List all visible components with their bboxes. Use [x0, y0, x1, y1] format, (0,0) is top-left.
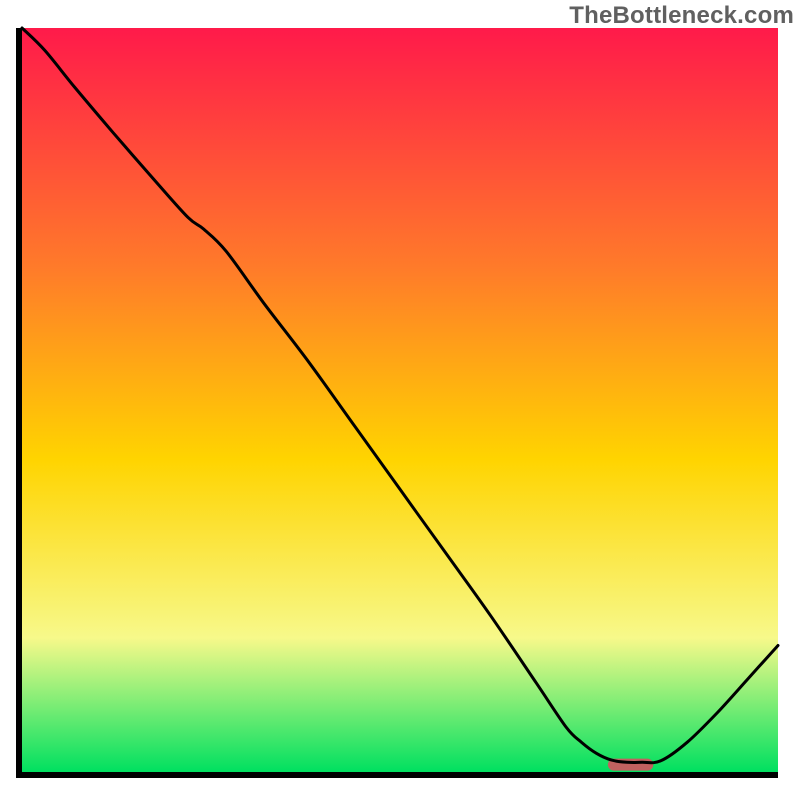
bottleneck-chart [0, 0, 800, 800]
gradient-background [22, 28, 778, 772]
chart-container: TheBottleneck.com [0, 0, 800, 800]
watermark-label: TheBottleneck.com [569, 2, 794, 30]
plot-area [19, 28, 778, 778]
